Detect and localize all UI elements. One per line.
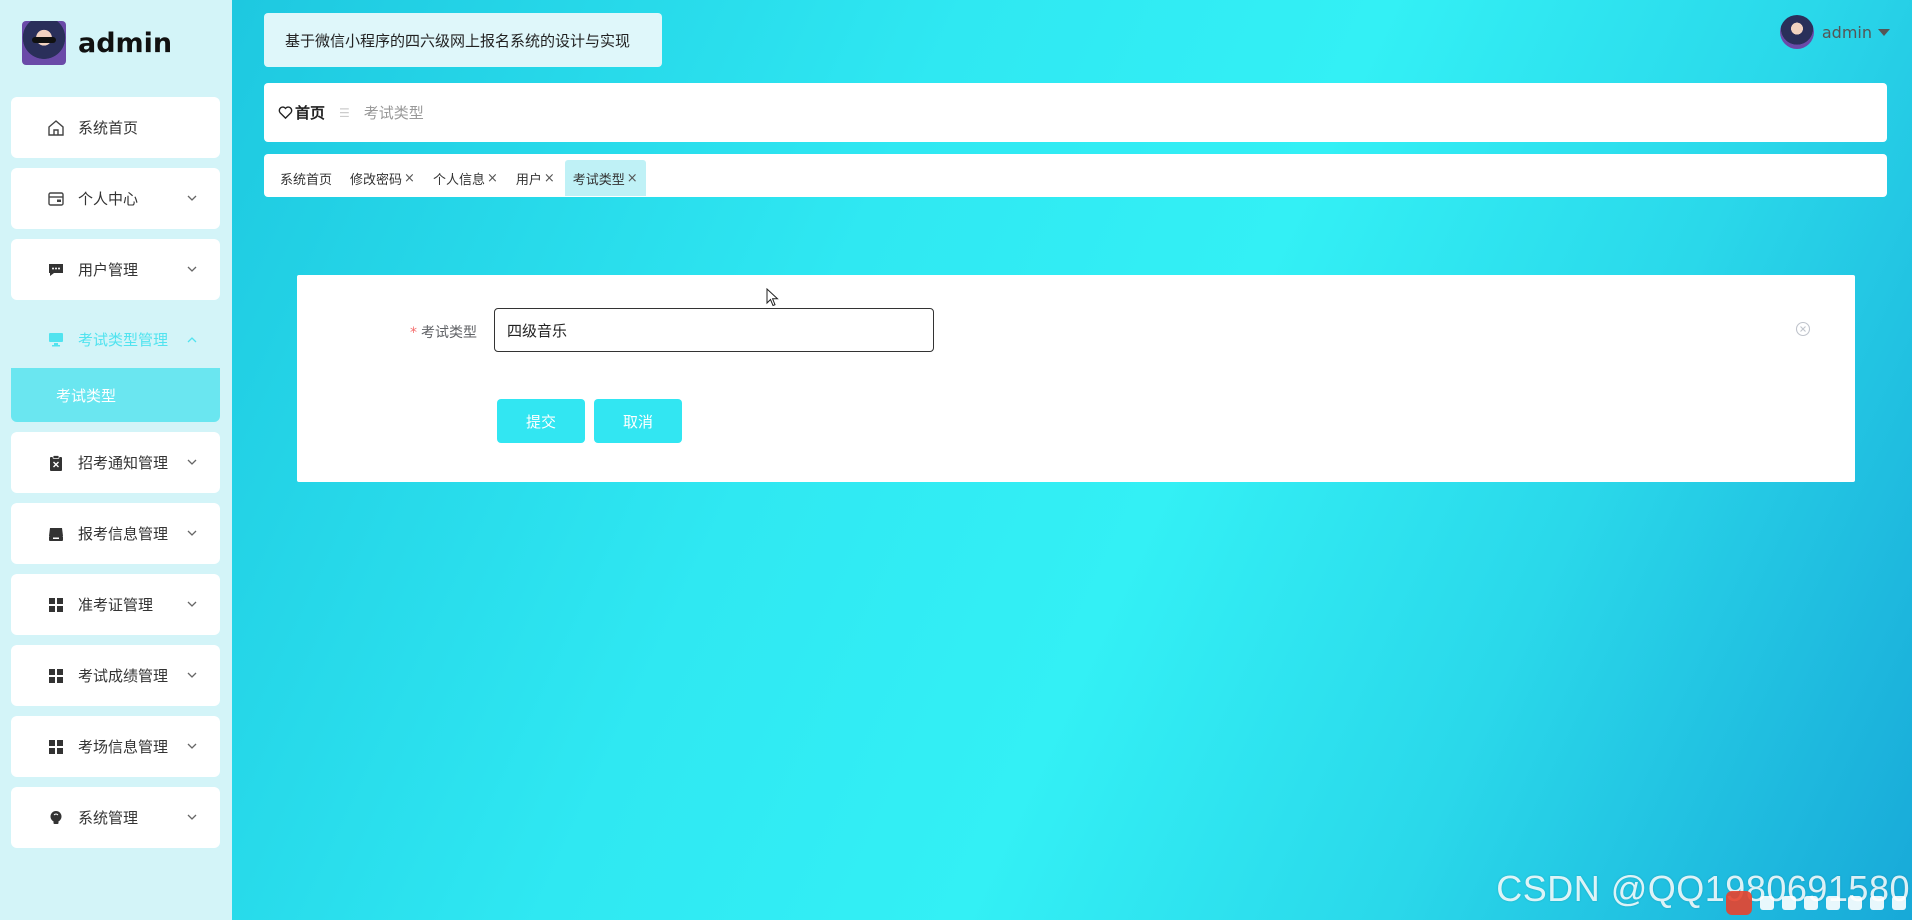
tab-change-password[interactable]: 修改密码 × [342,160,423,196]
brand-name: admin [78,27,173,59]
breadcrumb-separator: ☰ [339,105,350,120]
brand: admin [22,20,172,66]
sidebar-item-scores[interactable]: 考试成绩管理 [11,645,220,706]
sidebar-item-label: 招考通知管理 [78,454,169,472]
tab-exam-type[interactable]: 考试类型 × [564,160,646,196]
sidebar-item-profile[interactable]: 个人中心 [11,168,220,229]
close-icon[interactable]: × [487,171,498,186]
grid-icon [46,666,66,686]
chevron-down-icon [187,530,197,536]
user-menu[interactable]: admin [1779,15,1890,49]
clear-icon[interactable] [1795,321,1811,337]
bulb-icon [46,808,66,828]
sidebar-item-home[interactable]: 系统首页 [11,97,220,158]
required-mark: * [410,325,417,341]
brand-avatar [22,21,66,65]
sidebar-item-admission[interactable]: 准考证管理 [11,574,220,635]
chevron-down-icon [187,814,197,820]
grid-icon [46,595,66,615]
tags-view: 系统首页 修改密码 × 个人信息 × 用户 × 考试类型 × [264,154,1887,197]
sidebar: admin 系统首页 个人中心 用户管理 考试类型管理 考试类型 招考通知管理 … [0,0,232,920]
tab-label: 用户 [515,172,542,188]
chevron-up-icon [187,337,197,343]
home-icon [46,118,66,138]
submit-button[interactable]: 提交 [497,399,585,443]
close-icon[interactable]: × [404,171,415,186]
breadcrumb-home[interactable]: 首页 [278,102,325,123]
tab-label: 个人信息 [432,172,485,188]
close-icon[interactable]: × [627,171,638,186]
sidebar-item-label: 个人中心 [78,190,139,208]
breadcrumb: 首页 ☰ 考试类型 [264,83,1887,142]
tray-icon[interactable] [1760,896,1774,910]
system-tray [1702,886,1912,920]
exam-type-input[interactable] [494,308,934,352]
tray-icon[interactable] [1892,896,1906,910]
exam-type-label: * 考试类型 [410,322,477,342]
tab-label: 修改密码 [350,172,403,188]
tray-icon[interactable] [1826,896,1840,910]
tray-icon[interactable] [1782,896,1796,910]
chevron-down-icon [187,743,197,749]
user-name[interactable]: admin [1822,23,1872,42]
caret-down-icon[interactable] [1878,28,1890,36]
sidebar-item-label: 系统首页 [78,119,139,137]
sidebar-item-notice[interactable]: 招考通知管理 [11,432,220,493]
tab-users[interactable]: 用户 × [508,160,563,196]
sidebar-menu: 系统首页 个人中心 用户管理 考试类型管理 考试类型 招考通知管理 报考信息管理… [11,97,220,858]
sidebar-subitem-exam-type[interactable]: 考试类型 [11,368,220,422]
chevron-down-icon [187,672,197,678]
breadcrumb-home-label: 首页 [295,104,326,122]
breadcrumb-current: 考试类型 [363,104,424,122]
tab-label: 考试类型 [572,172,625,188]
main-area: 基于微信小程序的四六级网上报名系统的设计与实现 admin 首页 ☰ 考试类型 … [232,0,1912,920]
tray-icon[interactable] [1804,896,1818,910]
cancel-button[interactable]: 取消 [594,399,682,443]
grid-icon [46,737,66,757]
sidebar-item-system[interactable]: 系统管理 [11,787,220,848]
sidebar-item-exam-room[interactable]: 考场信息管理 [11,716,220,777]
heart-icon [278,106,293,120]
sidebar-item-label: 用户管理 [78,261,139,279]
chevron-down-icon [187,195,197,201]
sidebar-item-registration[interactable]: 报考信息管理 [11,503,220,564]
mouse-cursor-icon [766,288,779,307]
monitor-icon [46,329,66,349]
close-icon[interactable]: × [544,171,555,186]
wallet-icon [46,189,66,209]
sidebar-item-label: 考试类型管理 [78,330,169,349]
tab-personal-info[interactable]: 个人信息 × [425,160,506,196]
sidebar-item-label: 准考证管理 [78,596,154,614]
exam-type-form: *考试类型 提交 取消 [297,275,1855,482]
chevron-down-icon [187,459,197,465]
sidebar-item-label: 考试成绩管理 [78,667,169,685]
sidebar-item-label: 考场信息管理 [78,738,169,756]
tray-icon [46,524,66,544]
sidebar-item-label: 报考信息管理 [78,525,169,543]
clipboard-x-icon [46,453,66,473]
sidebar-item-exam-type[interactable]: 考试类型管理 [11,310,220,368]
tray-icon[interactable] [1848,896,1862,910]
avatar[interactable] [1779,15,1814,49]
sidebar-item-users[interactable]: 用户管理 [11,239,220,300]
chat-icon [46,260,66,280]
tab-home[interactable]: 系统首页 [272,160,340,196]
chevron-down-icon [187,266,197,272]
tab-label: 系统首页 [280,172,333,188]
system-title: 基于微信小程序的四六级网上报名系统的设计与实现 [264,13,662,67]
tray-icon[interactable] [1870,896,1884,910]
exam-type-label-text: 考试类型 [421,325,477,341]
sidebar-item-label: 系统管理 [78,809,139,827]
chevron-down-icon [187,601,197,607]
ime-icon[interactable] [1726,891,1752,915]
